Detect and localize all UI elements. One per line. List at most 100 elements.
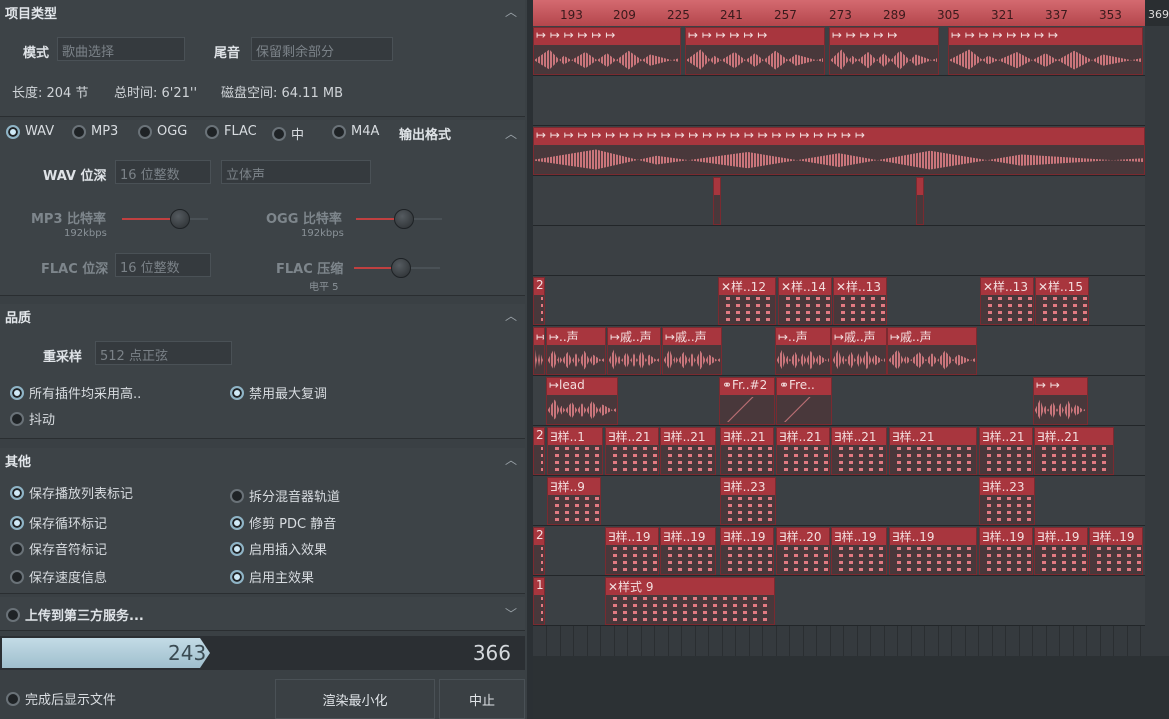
flac-compression-slider[interactable] [354,256,440,280]
enable-insert-effects-option[interactable]: 启用插入效果 [230,539,327,558]
pattern-clip[interactable]: ∃样..9 [547,477,601,525]
format-radio-mp3[interactable]: MP3 [72,124,118,139]
pattern-clip[interactable]: 2 [533,277,545,325]
wav-channels-select[interactable]: 立体声 [221,160,371,184]
pattern-clip[interactable]: ∃样..23 [979,477,1035,525]
pattern-clip[interactable]: ✕样..14 [778,277,832,325]
slider-knob-icon[interactable] [170,209,190,229]
audio-clip[interactable]: ↦ ↦ ↦ ↦ ↦ ↦ ↦ ↦ [948,27,1143,75]
save-playlist-markers-option[interactable]: 保存播放列表标记 [10,483,133,502]
automation-clip[interactable]: ⚭Fr..#2 [719,377,775,425]
audio-clip[interactable]: ↦ ↦ ↦ ↦ ↦ [829,27,939,75]
audio-clip[interactable]: ↦戚..声 [887,327,977,375]
audio-clip[interactable]: ↦戚..声 [662,327,722,375]
flac-depth-select[interactable]: 16 位整数 [115,253,211,277]
pattern-clip[interactable]: ∃样..19 [1089,527,1143,575]
audio-clip[interactable]: ↦lead [546,377,618,425]
dither-option[interactable]: 抖动 [10,409,55,428]
pattern-clip[interactable]: ∃样..21 [720,427,774,475]
clip-notes [835,297,885,322]
pattern-clip[interactable]: 21 [533,427,545,475]
pattern-clip[interactable]: ∃样..21 [979,427,1033,475]
tail-select[interactable]: 保留剩余部分 [251,37,393,61]
pattern-clip[interactable]: ∃样..19 [1034,527,1088,575]
pattern-clip[interactable]: ✕样..15 [1035,277,1089,325]
pattern-clip[interactable]: ∃样..21 [889,427,977,475]
format-radio-ogg[interactable]: OGG [138,124,187,139]
quality-header[interactable]: 品质 ︿ [0,304,525,326]
pattern-clip[interactable]: ✕样..13 [833,277,887,325]
chevron-up-icon[interactable]: ︿ [505,3,517,20]
audio-clip[interactable] [916,177,924,225]
upload-option[interactable]: 上传到第三方服务... [6,605,144,624]
audio-clip[interactable]: ↦戚..声 [831,327,887,375]
audio-clip[interactable]: ↦戚..声 [607,327,661,375]
format-radio-mid[interactable]: 中 [272,124,304,143]
minimize-render-button[interactable]: 渲染最小化 [275,679,435,719]
chevron-up-icon[interactable]: ︿ [505,125,517,142]
track-row[interactable] [533,176,1145,226]
show-file-after-option[interactable]: 完成后显示文件 [6,689,116,708]
format-radio-flac[interactable]: FLAC [205,124,257,139]
trim-pdc-silence-option[interactable]: 修剪 PDC 静音 [230,513,336,532]
mode-select[interactable]: 歌曲选择 [57,37,185,61]
pattern-clip[interactable]: ∃样..20 [776,527,830,575]
pattern-clip[interactable]: ∃样..19 [660,527,716,575]
pattern-clip[interactable]: ∃样..19 [720,527,774,575]
clip-header: ↦ ↦ ↦ ↦ ↦ ↦ ↦ ↦ [949,28,1142,45]
pattern-clip[interactable]: ∃样..19 [605,527,659,575]
audio-clip[interactable]: ↦ ↦ ↦ ↦ ↦ ↦ ↦ ↦ ↦ ↦ ↦ ↦ ↦ ↦ ↦ ↦ ↦ ↦ ↦ ↦ … [533,127,1145,175]
chevron-down-icon[interactable]: ﹀ [505,605,517,622]
pattern-clip[interactable]: ∃样..23 [720,477,776,525]
save-tempo-info-option[interactable]: 保存速度信息 [10,567,107,586]
audio-clip[interactable] [713,177,721,225]
pattern-clip[interactable]: ∃样..21 [831,427,887,475]
wav-depth-select[interactable]: 16 位整数 [115,160,211,184]
pattern-clip[interactable]: ✕样..12 [718,277,776,325]
stop-button[interactable]: 中止 [439,679,525,719]
save-note-markers-option[interactable]: 保存音符标记 [10,539,107,558]
timeline-ruler[interactable]: 193 209 225 241 257 273 289 305 321 337 … [533,0,1169,26]
enable-master-effects-option[interactable]: 启用主效果 [230,567,314,586]
slider-knob-icon[interactable] [391,258,411,278]
format-radio-wav[interactable]: WAV [6,124,54,139]
pattern-clip[interactable]: ✕样..13 [980,277,1034,325]
other-header[interactable]: 其他 ︿ [0,448,525,470]
upload-section[interactable]: 上传到第三方服务... ﹀ [0,597,525,631]
audio-clip[interactable]: ↦..声 [546,327,606,375]
track-row[interactable] [533,226,1145,276]
audio-clip[interactable]: ↦..声 [533,327,545,375]
pattern-clip[interactable]: ✕样式 9 [605,577,775,625]
hq-plugins-option[interactable]: 所有插件均采用高.. [10,383,141,402]
slider-knob-icon[interactable] [394,209,414,229]
pattern-clip[interactable]: 20 [533,527,545,575]
pattern-clip[interactable]: 1 [533,577,545,625]
horizontal-scroll-area[interactable] [533,656,1169,719]
audio-clip[interactable]: ↦ ↦ [1033,377,1088,425]
automation-clip[interactable]: ⚭Fre.. [776,377,832,425]
pattern-clip[interactable]: ∃样..21 [776,427,830,475]
track-row[interactable] [533,76,1145,126]
split-mixer-tracks-option[interactable]: 拆分混音器轨道 [230,486,340,505]
chevron-up-icon[interactable]: ︿ [505,307,517,324]
pattern-clip[interactable]: ∃样..21 [660,427,716,475]
audio-clip[interactable]: ↦..声 [775,327,831,375]
resample-select[interactable]: 512 点正弦 [95,341,232,365]
project-type-header[interactable]: 项目类型 ︿ [0,0,525,22]
mp3-bitrate-slider[interactable] [122,207,208,231]
audio-clip[interactable]: ↦ ↦ ↦ ↦ ↦ ↦ [685,27,825,75]
chevron-up-icon[interactable]: ︿ [505,451,517,468]
pattern-clip[interactable]: ∃样..21 [1034,427,1114,475]
save-loop-markers-option[interactable]: 保存循环标记 [10,513,107,532]
pattern-clip[interactable]: ∃样..19 [979,527,1033,575]
disable-max-polyphony-option[interactable]: 禁用最大复调 [230,383,327,402]
pattern-clip[interactable]: ∃样..21 [605,427,659,475]
pattern-clip[interactable]: ∃样..1 [547,427,603,475]
track-row[interactable] [533,476,1145,526]
audio-clip[interactable]: ↦ ↦ ↦ ↦ ↦ ↦ [533,27,681,75]
ogg-bitrate-slider[interactable] [356,207,442,231]
format-radio-m4a[interactable]: M4A [332,124,379,139]
pattern-clip[interactable]: ∃样..19 [831,527,887,575]
pattern-clip[interactable]: ∃样..19 [889,527,977,575]
playlist-grid[interactable]: ↦ ↦ ↦ ↦ ↦ ↦ ↦ ↦ ↦ ↦ ↦ ↦ ↦ ↦ ↦ ↦ ↦ ↦ ↦ ↦ … [533,26,1145,656]
